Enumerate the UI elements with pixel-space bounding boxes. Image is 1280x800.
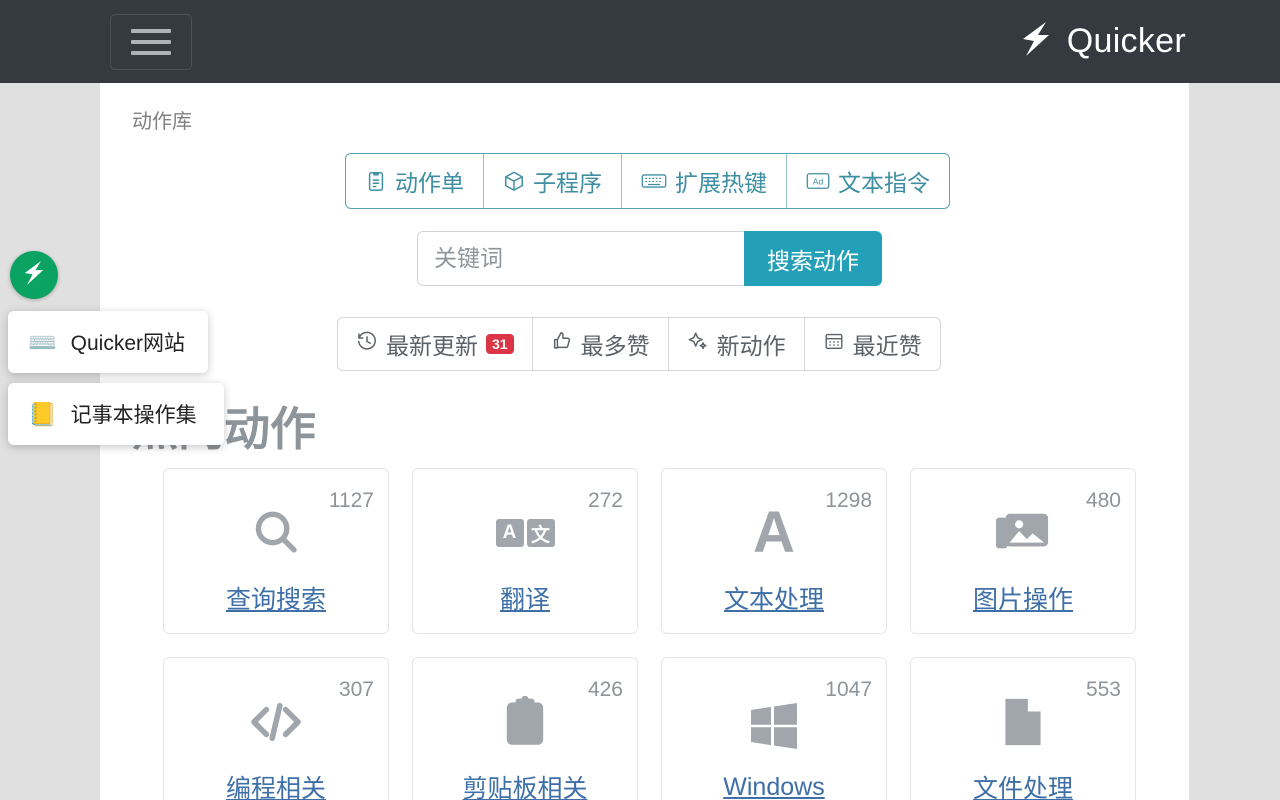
tab-label: 子程序 (533, 164, 602, 198)
card-count: 272 (588, 489, 623, 513)
search-button[interactable]: 搜索动作 (744, 231, 882, 286)
brand[interactable]: Quicker (1019, 0, 1186, 83)
brand-name: Quicker (1067, 22, 1186, 61)
category-card-translate[interactable]: 272 A 文 翻译 (412, 468, 638, 634)
translate-glyph-right: 文 (527, 519, 555, 547)
filter-latest-update[interactable]: 最新更新 31 (338, 318, 533, 370)
tab-label: 文本指令 (838, 164, 930, 198)
category-card-programming[interactable]: 307 编程相关 (163, 657, 389, 800)
hamburger-icon-line (131, 51, 171, 55)
content-panel: 动作库 动作单 (100, 83, 1189, 800)
card-count: 553 (1086, 678, 1121, 702)
thumbs-up-icon (551, 330, 573, 358)
hamburger-icon-line (131, 40, 171, 44)
hamburger-menu-button[interactable] (110, 14, 192, 70)
file-icon (1001, 691, 1045, 753)
hamburger-icon-line (131, 29, 171, 33)
notebook-emoji-icon: 📒 (28, 403, 57, 426)
filter-label: 新动作 (717, 327, 786, 361)
filter-recent-liked[interactable]: 最近赞 (805, 318, 940, 370)
card-label: 图片操作 (973, 580, 1073, 616)
tab-hotkey[interactable]: 扩展热键 (622, 154, 787, 208)
category-card-search[interactable]: 1127 查询搜索 (163, 468, 389, 634)
calendar-icon (823, 330, 845, 358)
svg-text:Ad: Ad (813, 176, 824, 186)
quicker-floating-button[interactable] (10, 251, 58, 299)
keyboard-icon (641, 171, 667, 191)
card-label: 文本处理 (724, 580, 824, 616)
tab-action-list[interactable]: 动作单 (346, 154, 484, 208)
ad-text-icon: Ad (806, 171, 830, 191)
card-count: 1047 (825, 678, 872, 702)
quicker-bolt-icon (22, 259, 46, 292)
filter-label: 最多赞 (581, 327, 650, 361)
card-label: 编程相关 (226, 769, 326, 800)
category-card-grid: 1127 查询搜索 272 A 文 翻译 (163, 468, 1159, 800)
card-label: 剪贴板相关 (462, 769, 587, 800)
card-count: 480 (1086, 489, 1121, 513)
windows-logo-icon (747, 695, 801, 757)
filter-label: 最新更新 (386, 327, 478, 361)
history-clock-icon (356, 330, 378, 358)
status-badge: 31 (486, 334, 514, 354)
top-bar: Quicker (0, 0, 1280, 83)
card-count: 426 (588, 678, 623, 702)
card-count: 307 (339, 678, 374, 702)
category-card-text[interactable]: 1298 A 文本处理 (661, 468, 887, 634)
card-label: 查询搜索 (226, 580, 326, 616)
tab-bar: 动作单 子程序 扩展热键 (345, 153, 950, 209)
translate-glyph-left: A (496, 519, 524, 547)
search-bar: 搜索动作 (417, 231, 882, 286)
keyboard-emoji-icon: ⌨️ (28, 331, 57, 354)
quicker-panel-label: Quicker网站 (71, 327, 185, 357)
category-card-file[interactable]: 553 文件处理 (910, 657, 1136, 800)
letter-a-icon: A (753, 502, 795, 564)
clipboard-list-icon (365, 170, 387, 192)
quicker-panel-website[interactable]: ⌨️ Quicker网站 (8, 311, 208, 373)
card-count: 1127 (329, 489, 374, 513)
sparkle-icon (687, 330, 709, 358)
images-icon (996, 502, 1050, 564)
translate-icon: A 文 (496, 502, 555, 564)
quicker-panel-notepad[interactable]: 📒 记事本操作集 (8, 383, 224, 445)
card-label: Windows (723, 773, 824, 800)
magnifier-icon (249, 502, 303, 564)
clipboard-icon (503, 691, 547, 753)
filter-new-actions[interactable]: 新动作 (669, 318, 805, 370)
category-card-image[interactable]: 480 图片操作 (910, 468, 1136, 634)
breadcrumb: 动作库 (132, 105, 192, 134)
cube-icon (503, 170, 525, 192)
tab-label: 动作单 (395, 164, 464, 198)
search-input[interactable] (417, 231, 744, 286)
lightning-bolt-icon (1019, 20, 1053, 63)
tab-label: 扩展热键 (675, 164, 767, 198)
category-card-windows[interactable]: 1047 Windows (661, 657, 887, 800)
card-label: 翻译 (500, 580, 550, 616)
filter-bar: 最新更新 31 最多赞 新动作 (337, 317, 941, 371)
code-brackets-icon (248, 691, 304, 753)
app-root: Quicker 动作库 动作单 (0, 0, 1280, 800)
tab-subprogram[interactable]: 子程序 (484, 154, 622, 208)
card-label: 文件处理 (973, 769, 1073, 800)
filter-label: 最近赞 (853, 327, 922, 361)
category-card-clipboard[interactable]: 426 剪贴板相关 (412, 657, 638, 800)
tab-text-command[interactable]: Ad 文本指令 (787, 154, 949, 208)
card-count: 1298 (825, 489, 872, 513)
quicker-panel-label: 记事本操作集 (71, 399, 197, 429)
filter-most-liked[interactable]: 最多赞 (533, 318, 669, 370)
